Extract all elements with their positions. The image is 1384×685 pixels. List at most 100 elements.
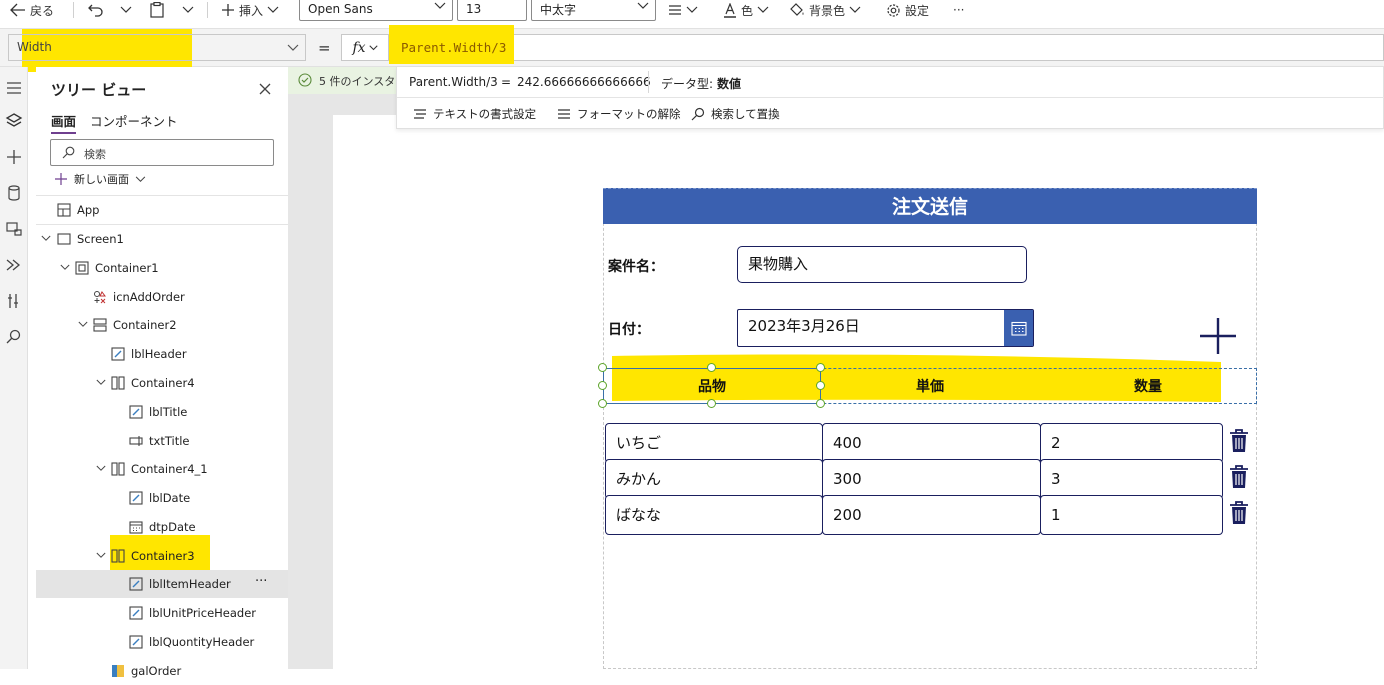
font-weight-value: 中太字 — [540, 2, 577, 17]
layers-icon[interactable] — [5, 112, 23, 130]
chevron-down-icon[interactable] — [78, 321, 88, 328]
qty-cell[interactable]: 2 — [1040, 423, 1223, 463]
power-automate-icon[interactable] — [5, 256, 23, 274]
media-icon[interactable] — [5, 220, 23, 238]
align-lines-icon — [558, 109, 570, 119]
back-button[interactable]: 戻る — [10, 0, 54, 20]
chevron-down-icon[interactable] — [41, 235, 51, 242]
font-family-value: Open Sans — [308, 2, 373, 16]
chevron-down-icon — [135, 176, 146, 182]
property-value: Width — [17, 40, 52, 54]
tab-components[interactable]: コンポーネント — [90, 111, 178, 130]
tree-node-container3[interactable]: Container3 — [36, 542, 288, 570]
tree-node-icnaddorder[interactable]: icnAddOrder — [36, 283, 288, 311]
tree-node-lbltitle[interactable]: lblTitle — [36, 398, 288, 426]
resize-handle[interactable] — [707, 399, 716, 408]
formula-input[interactable]: Parent.Width/3 — [389, 25, 1384, 64]
price-cell[interactable]: 400 — [822, 423, 1041, 463]
calendar-icon — [1010, 321, 1027, 336]
tree-node-container1[interactable]: Container1 — [36, 254, 288, 282]
tree-node-screen1[interactable]: Screen1 — [36, 225, 288, 253]
date-picker[interactable]: 2023年3月26日 — [737, 309, 1034, 347]
separator — [73, 2, 74, 18]
trash-icon[interactable] — [1229, 501, 1249, 525]
tree-node-lblheader[interactable]: lblHeader — [36, 340, 288, 368]
tree-node-lblitemheader[interactable]: lblItemHeader ··· — [36, 570, 288, 598]
more-button[interactable]: ··· — [953, 0, 964, 20]
property-dropdown[interactable]: Width — [8, 34, 306, 61]
tree-node-lblquontityheader[interactable]: lblQuontityHeader — [36, 628, 288, 656]
qty-cell[interactable]: 1 — [1040, 495, 1223, 535]
hamburger-icon[interactable] — [5, 79, 23, 97]
tree-node-txttitle[interactable]: txtTitle — [36, 427, 288, 455]
chevron-down-icon[interactable] — [96, 552, 106, 559]
fx-button[interactable]: fx — [341, 34, 389, 61]
font-color-icon — [724, 2, 736, 18]
tree-node-lbldate[interactable]: lblDate — [36, 484, 288, 512]
resize-handle[interactable] — [598, 363, 607, 372]
quantity-header: 数量 — [1134, 379, 1162, 395]
title-input[interactable]: 果物購入 — [737, 246, 1027, 283]
separator — [648, 71, 649, 93]
paste-dropdown[interactable] — [182, 0, 194, 20]
remove-format-button[interactable]: フォーマットの解除 — [557, 106, 681, 122]
add-order-icon[interactable] — [1199, 317, 1237, 355]
chevron-down-icon — [182, 6, 194, 13]
tree-node-container4[interactable]: Container4 — [36, 369, 288, 397]
fx-label: fx — [352, 39, 366, 56]
font-family-select[interactable]: Open Sans — [299, 0, 453, 21]
tree-node-label: Container1 — [95, 261, 159, 275]
trash-icon[interactable] — [1229, 429, 1249, 453]
resize-handle[interactable] — [816, 363, 825, 372]
tools-icon[interactable] — [5, 292, 23, 310]
tree-node-container4-1[interactable]: Container4_1 — [36, 455, 288, 483]
tree-node-label: Container4 — [131, 376, 195, 390]
date-label: 日付： — [608, 322, 650, 338]
new-screen-button[interactable]: 新しい画面 — [54, 171, 146, 187]
tree-node-lblunitpriceheader[interactable]: lblUnitPriceHeader — [36, 599, 288, 627]
calendar-icon — [129, 521, 143, 534]
more-options-button[interactable]: ··· — [255, 574, 267, 589]
item-cell[interactable]: みかん — [605, 459, 823, 499]
align-button[interactable] — [668, 0, 698, 20]
undo-button[interactable] — [88, 0, 104, 20]
qty-cell[interactable]: 3 — [1040, 459, 1223, 499]
insert-button[interactable]: 挿入 — [221, 0, 279, 20]
item-cell[interactable]: いちご — [605, 423, 823, 463]
search-icon[interactable] — [5, 328, 23, 346]
format-text-button[interactable]: テキストの書式設定 — [413, 106, 536, 122]
font-size-input[interactable]: 13 — [457, 0, 527, 21]
tree-node-galorder[interactable]: galOrder — [36, 657, 288, 685]
trash-icon[interactable] — [1229, 465, 1249, 489]
chevron-down-icon[interactable] — [60, 264, 70, 271]
chevron-down-icon[interactable] — [96, 465, 106, 472]
close-icon[interactable] — [259, 83, 271, 95]
date-picker-button[interactable] — [1004, 310, 1033, 346]
container-icon — [75, 261, 89, 275]
tree-node-app[interactable]: App — [36, 196, 288, 224]
undo-dropdown[interactable] — [120, 0, 132, 20]
price-cell[interactable]: 200 — [822, 495, 1041, 535]
resize-handle[interactable] — [707, 363, 716, 372]
find-replace-button[interactable]: 検索して置換 — [691, 106, 780, 122]
chevron-down-icon[interactable] — [96, 379, 106, 386]
fill-button[interactable]: 背景色 — [789, 0, 861, 20]
check-circle-icon — [298, 73, 312, 87]
tab-screens[interactable]: 画面 — [51, 111, 77, 134]
equals-sign: = — [501, 75, 512, 89]
price-cell[interactable]: 300 — [822, 459, 1041, 499]
color-button[interactable]: 色 — [723, 0, 769, 20]
tree-node-label: Container2 — [113, 318, 177, 332]
tree-search-input[interactable]: 検索 — [50, 139, 274, 166]
item-cell[interactable]: ばなな — [605, 495, 823, 535]
tree-node-label: Screen1 — [77, 232, 124, 246]
database-icon[interactable] — [5, 184, 23, 202]
settings-button[interactable]: 設定 — [886, 0, 929, 20]
resize-handle[interactable] — [816, 399, 825, 408]
plus-icon[interactable] — [5, 148, 23, 166]
font-weight-select[interactable]: 中太字 — [531, 0, 656, 21]
clipboard-icon — [150, 2, 164, 18]
tree-node-container2[interactable]: Container2 — [36, 311, 288, 339]
paste-button[interactable] — [150, 0, 164, 20]
resize-handle[interactable] — [598, 399, 607, 408]
